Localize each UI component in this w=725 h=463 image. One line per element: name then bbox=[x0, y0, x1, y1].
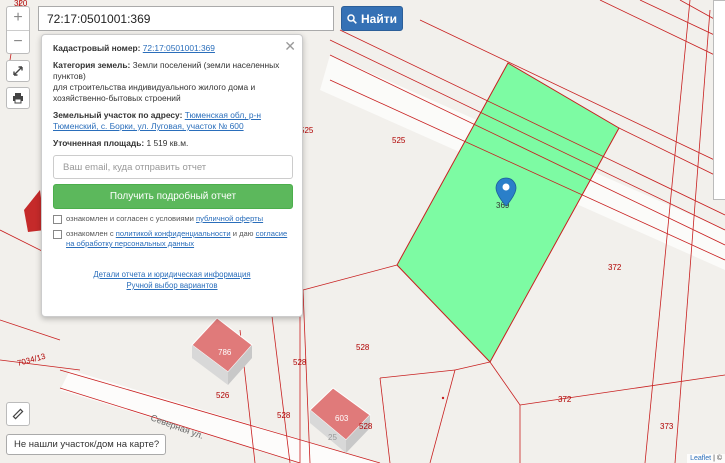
building-label-786: 786 bbox=[218, 348, 232, 357]
category-use: для строительства индивидуального жилого… bbox=[53, 82, 256, 103]
map-attribution: Leaflet | © bbox=[687, 454, 725, 463]
parcel-label-528c: 528 bbox=[277, 411, 291, 420]
print-button[interactable] bbox=[6, 87, 30, 109]
category-row: Категория земель: Земли поселений (земли… bbox=[53, 60, 291, 104]
privacy-checkbox[interactable] bbox=[53, 230, 62, 239]
cadastral-link[interactable]: 72:17:0501001:369 bbox=[143, 43, 215, 53]
search-button-label: Найти bbox=[361, 11, 397, 26]
get-report-button[interactable]: Получить подробный отчет bbox=[53, 184, 293, 209]
parcel-label-373: 373 bbox=[660, 422, 674, 431]
popup-footer-links: Детали отчета и юридическая информация Р… bbox=[53, 269, 291, 291]
building-label-603: 603 bbox=[335, 414, 349, 423]
parcel-label-25: 25 bbox=[328, 433, 337, 442]
offer-text: ознакомлен и согласен с условиями bbox=[66, 214, 194, 223]
attribution-rest: | © bbox=[713, 455, 722, 462]
parcel-label-372b: 372 bbox=[558, 395, 572, 404]
offer-checkbox[interactable] bbox=[53, 215, 62, 224]
parcel-label-372: 372 bbox=[608, 263, 622, 272]
not-found-button[interactable]: Не нашли участок/дом на карте? bbox=[6, 434, 166, 455]
parcel-label-526: 526 bbox=[216, 391, 230, 400]
fullscreen-icon bbox=[13, 66, 23, 76]
parcel-label-528b: 528 bbox=[293, 358, 307, 367]
category-label: Категория земель: bbox=[53, 60, 131, 70]
parcel-label-525: 525 bbox=[392, 136, 406, 145]
offer-checkbox-row: ознакомлен и согласен с условиями публич… bbox=[53, 214, 291, 224]
leaflet-link[interactable]: Leaflet bbox=[690, 455, 711, 462]
parcel-label-528d: 528 bbox=[359, 422, 373, 431]
zoom-out-button[interactable]: − bbox=[7, 29, 29, 54]
print-icon bbox=[13, 93, 23, 104]
privacy-link[interactable]: политикой конфиденциальности bbox=[116, 229, 231, 238]
search-icon bbox=[347, 13, 357, 24]
privacy-checkbox-row: ознакомлен с политикой конфиденциальност… bbox=[53, 229, 291, 249]
address-row: Земельный участок по адресу: Тюменская о… bbox=[53, 110, 291, 132]
consent-text: и даю bbox=[232, 229, 254, 238]
privacy-text: ознакомлен с bbox=[66, 229, 114, 238]
area-value: 1 519 кв.м. bbox=[146, 138, 189, 148]
search-input[interactable] bbox=[38, 6, 334, 31]
ruler-button[interactable] bbox=[6, 402, 30, 426]
search-button[interactable]: Найти bbox=[341, 6, 403, 31]
right-side-panel[interactable] bbox=[713, 0, 725, 200]
parcel-info-popup: ✕ Кадастровый номер: 72:17:0501001:369 К… bbox=[41, 34, 303, 317]
parcel-label-528: 528 bbox=[356, 343, 370, 352]
email-input[interactable]: Ваш email, куда отправить отчет bbox=[53, 155, 293, 179]
cadastral-row: Кадастровый номер: 72:17:0501001:369 bbox=[53, 43, 291, 54]
manual-select-link[interactable]: Ручной выбор вариантов bbox=[53, 280, 291, 291]
close-icon[interactable]: ✕ bbox=[284, 39, 296, 53]
ruler-icon bbox=[12, 408, 24, 420]
offer-link[interactable]: публичной оферты bbox=[196, 214, 263, 223]
fullscreen-button[interactable] bbox=[6, 60, 30, 82]
zoom-in-button[interactable]: + bbox=[7, 7, 29, 30]
details-link[interactable]: Детали отчета и юридическая информация bbox=[53, 269, 291, 280]
zoom-control: + − bbox=[6, 6, 30, 54]
cadastral-label: Кадастровый номер: bbox=[53, 43, 141, 53]
area-row: Уточненная площадь: 1 519 кв.м. bbox=[53, 138, 291, 149]
area-label: Уточненная площадь: bbox=[53, 138, 145, 148]
address-label: Земельный участок по адресу: bbox=[53, 110, 183, 120]
